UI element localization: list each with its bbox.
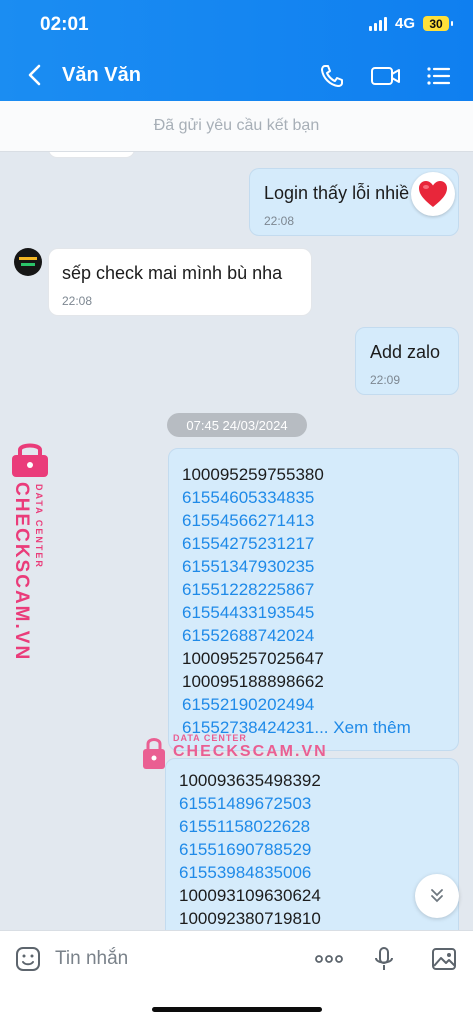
list-item[interactable]: 61551690788529 (179, 838, 321, 861)
list-item[interactable]: 61552688742024 (182, 624, 411, 647)
list-item[interactable]: 61554566271413 (182, 509, 411, 532)
message-bubble-outgoing[interactable]: 100095259755380 61554605334835 615545662… (168, 448, 459, 751)
message-time: 22:09 (370, 373, 401, 387)
list-item[interactable]: 61551347930235 (182, 555, 411, 578)
chevron-left-icon[interactable] (22, 60, 48, 90)
network-label: 4G (394, 15, 415, 32)
list-item[interactable]: 61553984835006 (179, 861, 321, 884)
list-item[interactable]: 61554433193545 (182, 601, 411, 624)
battery-icon: 30 (423, 16, 453, 31)
signal-icon (368, 16, 387, 31)
friend-request-status: Đã gửi yêu cầu kết bạn (0, 101, 473, 152)
id-list: 100093635498392 61551489672503 615511580… (179, 769, 321, 930)
watermark-text: CHECKSCAM.VN (11, 482, 32, 662)
status-indicators: 4G 30 (368, 15, 453, 32)
contact-avatar[interactable] (14, 248, 42, 276)
message-input[interactable]: Tin nhắn (55, 948, 128, 970)
more-dots-icon[interactable] (313, 945, 345, 973)
list-item[interactable]: 61554275231217 (182, 532, 411, 555)
watermark-text: CHECKSCAM.VN (173, 743, 328, 760)
id-list: 100095259755380 61554605334835 615545662… (182, 463, 411, 739)
message-time: 22:08 (264, 214, 295, 228)
list-item: 100095188898662 (182, 672, 324, 691)
watermark-center: DATA CENTER CHECKSCAM.VN (141, 733, 326, 773)
microphone-icon[interactable] (370, 945, 398, 973)
list-item: 100095259755380 (182, 465, 324, 484)
watermark-left: CHECKSCAM.VN DATA CENTER (4, 440, 54, 662)
date-divider: 07:45 24/03/2024 (167, 413, 307, 437)
list-item[interactable]: 61554605334835 (182, 486, 411, 509)
list-item[interactable]: 61551489672503 (179, 792, 321, 815)
list-item: 100095257025647 (182, 649, 324, 668)
see-more-link[interactable]: Xem thêm (333, 718, 410, 737)
double-chevron-down-icon (431, 889, 443, 903)
chat-header: 02:01 4G 30 Văn Văn (0, 0, 473, 101)
list-menu-icon[interactable] (424, 62, 452, 90)
lock-icon (143, 738, 165, 769)
message-text: sếp check mai mình bù nha (62, 263, 283, 283)
message-bubble-incoming[interactable]: sếp check mai mình bù nha 22:08 (48, 248, 312, 316)
contact-name[interactable]: Văn Văn (62, 64, 141, 87)
list-item[interactable]: 61551158022628 (179, 815, 321, 838)
previous-message-bubble[interactable] (48, 152, 135, 158)
watermark-subtext: DATA CENTER (34, 484, 44, 569)
message-time: 22:08 (62, 294, 93, 308)
watermark-subtext: DATA CENTER (173, 733, 247, 743)
lock-icon (12, 443, 48, 477)
message-composer: Tin nhắn (0, 930, 473, 987)
video-camera-icon[interactable] (370, 62, 402, 90)
message-bubble-outgoing[interactable]: Add zalo 22:09 (355, 327, 459, 395)
image-icon[interactable] (430, 945, 458, 973)
phone-icon[interactable] (318, 62, 346, 90)
scroll-to-bottom-button[interactable] (415, 874, 459, 918)
list-item[interactable]: 61552190202494 (182, 693, 411, 716)
heart-reaction[interactable] (411, 172, 455, 216)
list-item: 100093109630624 (179, 886, 321, 905)
list-item: 100092380719810 (179, 909, 321, 928)
heart-icon (419, 181, 447, 207)
message-bubble-outgoing[interactable]: 100093635498392 61551489672503 615511580… (165, 758, 459, 930)
home-indicator (0, 986, 473, 1024)
smiley-icon[interactable] (14, 945, 42, 973)
list-item[interactable]: 61551228225867 (182, 578, 411, 601)
message-list[interactable]: Login thấy lỗi nhiề 22:08 sếp check mai … (0, 152, 473, 930)
message-text: Add zalo (370, 342, 441, 362)
status-time: 02:01 (40, 14, 89, 35)
